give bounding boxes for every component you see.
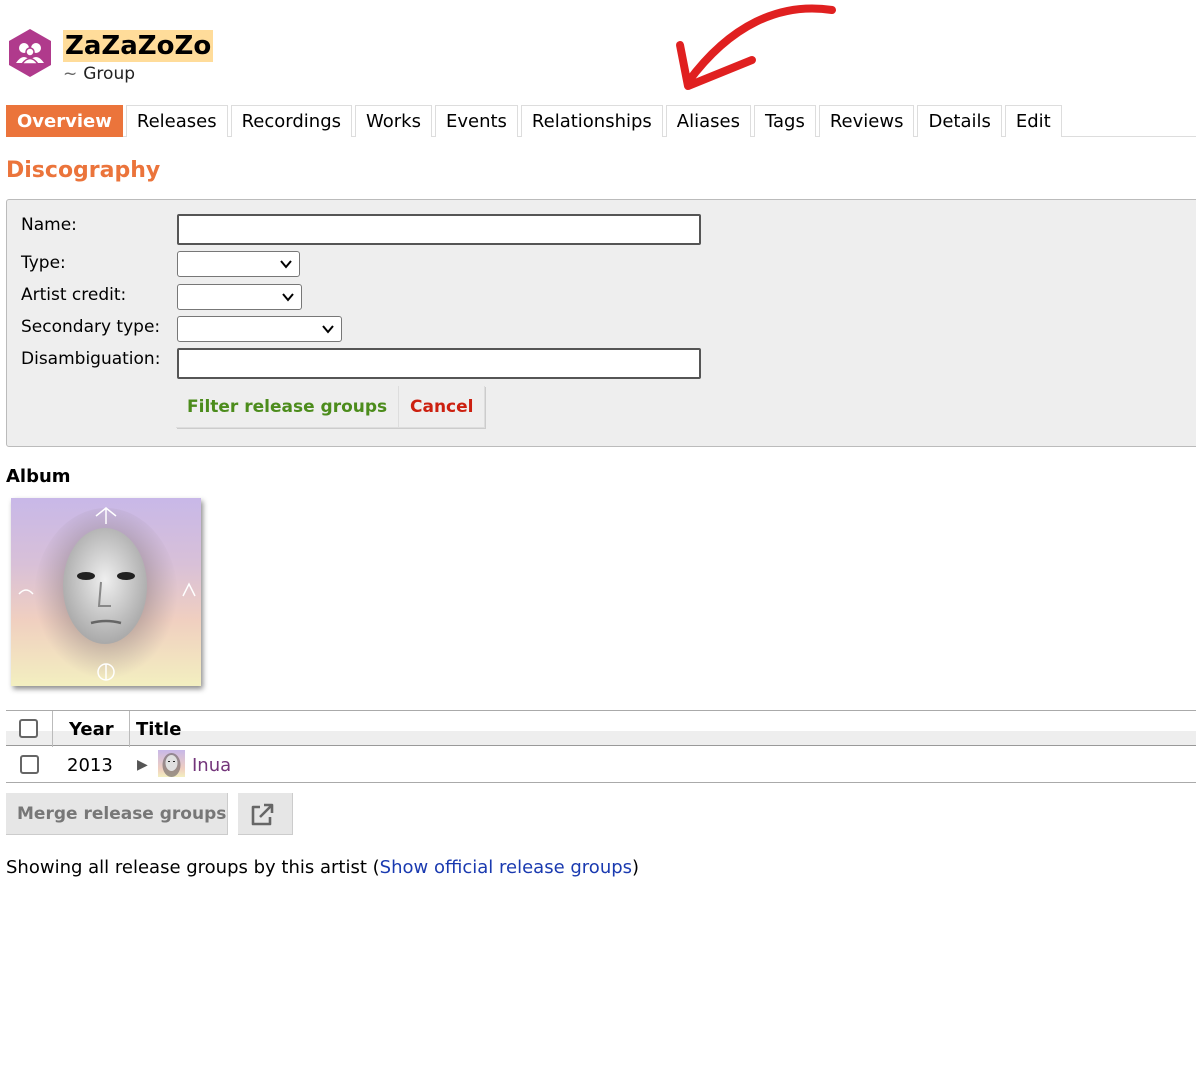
artist-credit-select[interactable] xyxy=(177,284,302,310)
column-header-year[interactable]: Year xyxy=(69,719,114,740)
table-row: 2013 ▶ Inua xyxy=(6,746,1196,783)
type-prefix: ~ xyxy=(63,64,78,84)
chevron-down-icon xyxy=(280,260,292,269)
release-group-thumbnail xyxy=(158,750,185,777)
disambiguation-input[interactable] xyxy=(177,348,701,379)
tab-reviews[interactable]: Reviews xyxy=(818,105,915,137)
column-divider xyxy=(129,711,130,747)
tab-works[interactable]: Works xyxy=(355,105,432,137)
table-header: Year Title xyxy=(6,710,1196,747)
type-label: Type: xyxy=(21,253,66,273)
artist-header: ZaZaZoZo ~ Group xyxy=(8,28,214,84)
tab-edit[interactable]: Edit xyxy=(1004,105,1062,137)
row-year: 2013 xyxy=(67,755,113,776)
type-select[interactable] xyxy=(177,251,300,277)
release-group-link[interactable]: Inua xyxy=(192,755,231,776)
chevron-down-icon xyxy=(282,293,294,302)
discography-heading: Discography xyxy=(6,158,161,183)
select-all-checkbox[interactable] xyxy=(19,719,38,738)
cancel-button[interactable]: Cancel xyxy=(399,386,486,428)
tab-relationships[interactable]: Relationships xyxy=(520,105,663,137)
column-divider xyxy=(52,711,53,747)
annotation-arrow-icon xyxy=(676,4,836,90)
secondary-type-label: Secondary type: xyxy=(21,317,161,337)
filter-form: Name: Type: Artist credit: Secondary typ… xyxy=(6,199,1196,447)
row-checkbox[interactable] xyxy=(20,755,39,774)
tab-details[interactable]: Details xyxy=(917,105,1002,137)
tab-bar: Overview Releases Recordings Works Event… xyxy=(6,105,1196,137)
show-official-release-groups-link[interactable]: Show official release groups xyxy=(380,857,632,878)
tab-aliases[interactable]: Aliases xyxy=(665,105,751,137)
filter-note-close: ) xyxy=(632,857,640,878)
column-header-title[interactable]: Title xyxy=(136,719,181,740)
tab-overview[interactable]: Overview xyxy=(6,105,123,137)
tab-tags[interactable]: Tags xyxy=(753,105,816,137)
external-link-icon xyxy=(251,803,274,826)
group-icon xyxy=(8,28,52,78)
chevron-down-icon xyxy=(322,325,334,334)
merge-release-groups-button[interactable]: Merge release groups xyxy=(6,793,228,835)
artist-name: ZaZaZoZo xyxy=(63,30,214,62)
tab-events[interactable]: Events xyxy=(434,105,518,137)
disambiguation-label: Disambiguation: xyxy=(21,349,161,369)
tab-recordings[interactable]: Recordings xyxy=(230,105,352,137)
name-input[interactable] xyxy=(177,214,701,245)
expand-triangle-icon[interactable]: ▶ xyxy=(137,757,148,773)
artist-credit-label: Artist credit: xyxy=(21,285,127,305)
filter-note-text: Showing all release groups by this artis… xyxy=(6,857,380,878)
album-section-title: Album xyxy=(6,466,71,487)
tab-releases[interactable]: Releases xyxy=(125,105,228,137)
release-group-filter-note: Showing all release groups by this artis… xyxy=(6,857,639,878)
artist-type-label: Group xyxy=(83,64,136,84)
open-external-button[interactable] xyxy=(238,793,293,835)
album-cover-image[interactable] xyxy=(11,498,201,686)
name-label: Name: xyxy=(21,215,77,235)
artist-type: ~ Group xyxy=(63,64,213,84)
filter-release-groups-button[interactable]: Filter release groups xyxy=(176,386,400,428)
secondary-type-select[interactable] xyxy=(177,316,342,342)
